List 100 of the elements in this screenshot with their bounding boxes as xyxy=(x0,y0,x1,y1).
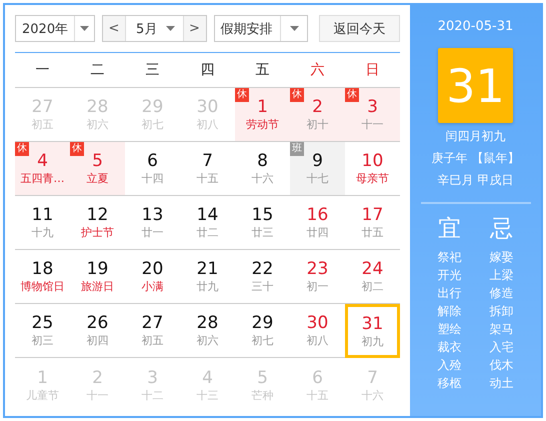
lunar-date: 廿九 xyxy=(196,279,218,294)
almanac-item: 祭祀 xyxy=(438,249,462,266)
day-cell[interactable]: 29 初七 xyxy=(235,304,290,358)
holiday-badge: 休 xyxy=(235,88,249,102)
lunar-date: 芒种 xyxy=(252,388,274,402)
almanac-item: 入殓 xyxy=(438,357,462,374)
day-number: 2 xyxy=(92,368,103,388)
lunar-date: 劳动节 xyxy=(246,117,279,132)
day-cell[interactable]: 20 小满 xyxy=(125,250,180,304)
month-select[interactable]: 5月 xyxy=(125,16,184,41)
lunar-date: 初十 xyxy=(306,117,328,132)
day-cell[interactable]: 6 十四 xyxy=(125,142,180,196)
year-line: 庚子年 【鼠年】 xyxy=(432,150,520,167)
day-cell[interactable]: 15 廿三 xyxy=(235,196,290,250)
lunar-date: 旅游日 xyxy=(81,279,114,294)
day-number: 22 xyxy=(252,259,274,279)
day-number: 18 xyxy=(32,259,54,279)
day-number: 7 xyxy=(202,151,213,171)
day-number: 30 xyxy=(306,313,328,333)
weekday-header: 二 xyxy=(70,53,125,88)
day-number: 25 xyxy=(32,313,54,333)
day-cell[interactable]: 22 三十 xyxy=(235,250,290,304)
almanac-item: 移柩 xyxy=(438,375,462,392)
day-cell[interactable]: 休 1 劳动节 xyxy=(235,88,290,142)
day-cell[interactable]: 31 初九 xyxy=(345,304,400,358)
lunar-date: 廿一 xyxy=(142,225,164,240)
lunar-date: 廿二 xyxy=(196,225,218,240)
weekday-header: 一 xyxy=(15,53,70,88)
day-number: 14 xyxy=(196,205,218,225)
day-number: 1 xyxy=(37,368,48,388)
lunar-date: 初六 xyxy=(86,117,108,132)
day-cell[interactable]: 14 廿二 xyxy=(180,196,235,250)
day-cell[interactable]: 班 9 十七 xyxy=(290,142,345,196)
day-cell[interactable]: 27 初五 xyxy=(125,304,180,358)
next-month-button[interactable]: > xyxy=(184,16,206,41)
day-cell[interactable]: 11 十九 xyxy=(15,196,70,250)
year-select[interactable]: 2020年 xyxy=(15,15,95,42)
lunar-date: 五四青… xyxy=(20,171,64,186)
day-cell[interactable]: 21 廿九 xyxy=(180,250,235,304)
day-number: 29 xyxy=(142,97,164,117)
day-number: 9 xyxy=(312,151,323,171)
almanac-item: 拆卸 xyxy=(490,303,514,320)
day-number: 21 xyxy=(196,259,218,279)
almanac-item: 动土 xyxy=(490,375,514,392)
day-cell[interactable]: 12 护士节 xyxy=(70,196,125,250)
day-cell[interactable]: 休 4 五四青… xyxy=(15,142,70,196)
lunar-date: 十七 xyxy=(306,171,328,186)
day-number: 11 xyxy=(32,205,54,225)
lunar-date: 初四 xyxy=(86,333,108,348)
almanac-item: 伐木 xyxy=(490,357,514,374)
lunar-date: 护士节 xyxy=(81,225,114,240)
lunar-date: 十六 xyxy=(252,171,274,186)
day-cell[interactable]: 10 母亲节 xyxy=(345,142,400,196)
holiday-badge: 休 xyxy=(290,88,304,102)
day-number: 28 xyxy=(196,313,218,333)
almanac-heading: 宜 xyxy=(438,215,461,244)
day-number: 17 xyxy=(362,205,384,225)
lunar-date: 小满 xyxy=(142,279,164,294)
day-cell[interactable]: 25 初三 xyxy=(15,304,70,358)
day-cell[interactable]: 13 廿一 xyxy=(125,196,180,250)
day-cell[interactable]: 26 初四 xyxy=(70,304,125,358)
weekday-header: 四 xyxy=(180,53,235,88)
almanac-item: 上梁 xyxy=(490,267,514,284)
day-cell[interactable]: 28 初六 xyxy=(180,304,235,358)
lunar-date: 十一 xyxy=(362,117,384,132)
today-button[interactable]: 返回今天 xyxy=(319,15,400,42)
prev-month-button[interactable]: < xyxy=(103,16,125,41)
day-number: 24 xyxy=(362,259,384,279)
day-number: 29 xyxy=(252,313,274,333)
holiday-select[interactable]: 假期安排 xyxy=(214,15,308,42)
caret-icon xyxy=(166,26,174,31)
lunar-date: 十一 xyxy=(86,388,108,402)
day-number: 23 xyxy=(306,259,328,279)
lunar-date: 三十 xyxy=(252,279,274,294)
day-number: 19 xyxy=(86,259,108,279)
month-day-line: 辛巳月 甲戌日 xyxy=(438,172,514,189)
almanac-item: 嫁娶 xyxy=(490,249,514,266)
day-cell[interactable]: 18 博物馆日 xyxy=(15,250,70,304)
day-cell[interactable]: 休 2 初十 xyxy=(290,88,345,142)
day-cell[interactable]: 7 十五 xyxy=(180,142,235,196)
lunar-date: 儿童节 xyxy=(26,388,59,402)
caret-icon xyxy=(80,26,90,31)
day-number: 6 xyxy=(147,151,158,171)
lunar-date: 廿三 xyxy=(252,225,274,240)
lunar-date: 十五 xyxy=(306,388,328,402)
day-cell[interactable]: 休 3 十一 xyxy=(345,88,400,142)
lunar-date: 初七 xyxy=(252,333,274,348)
day-cell[interactable]: 23 初一 xyxy=(290,250,345,304)
big-day-number: 31 xyxy=(438,48,513,123)
day-cell[interactable]: 16 廿四 xyxy=(290,196,345,250)
lunar-date: 初八 xyxy=(196,117,218,132)
lunar-date: 初六 xyxy=(196,333,218,348)
day-cell[interactable]: 休 5 立夏 xyxy=(70,142,125,196)
day-number: 20 xyxy=(142,259,164,279)
day-cell[interactable]: 19 旅游日 xyxy=(70,250,125,304)
almanac-item: 入宅 xyxy=(490,339,514,356)
day-cell[interactable]: 17 廿五 xyxy=(345,196,400,250)
lunar-date: 廿五 xyxy=(362,225,384,240)
holiday-badge: 休 xyxy=(70,142,84,156)
workday-badge: 班 xyxy=(290,142,304,156)
